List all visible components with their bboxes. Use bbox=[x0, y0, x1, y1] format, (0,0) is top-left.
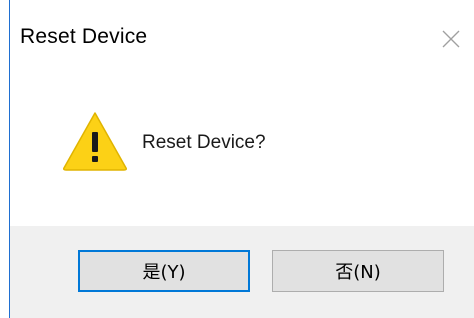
close-button[interactable] bbox=[434, 22, 468, 56]
title-bar[interactable]: Reset Device bbox=[10, 0, 474, 78]
button-bar: 是(Y) 否(N) bbox=[10, 226, 474, 318]
no-button[interactable]: 否(N) bbox=[272, 250, 444, 292]
yes-button[interactable]: 是(Y) bbox=[78, 250, 250, 292]
dialog-content: Reset Device? bbox=[10, 78, 474, 226]
dialog-title: Reset Device bbox=[20, 25, 148, 48]
warning-triangle-icon bbox=[63, 112, 127, 171]
dialog-message: Reset Device? bbox=[142, 132, 266, 153]
close-icon bbox=[442, 30, 460, 48]
reset-device-dialog: Reset Device Reset Device? 是(Y) 否(N) bbox=[0, 0, 474, 318]
